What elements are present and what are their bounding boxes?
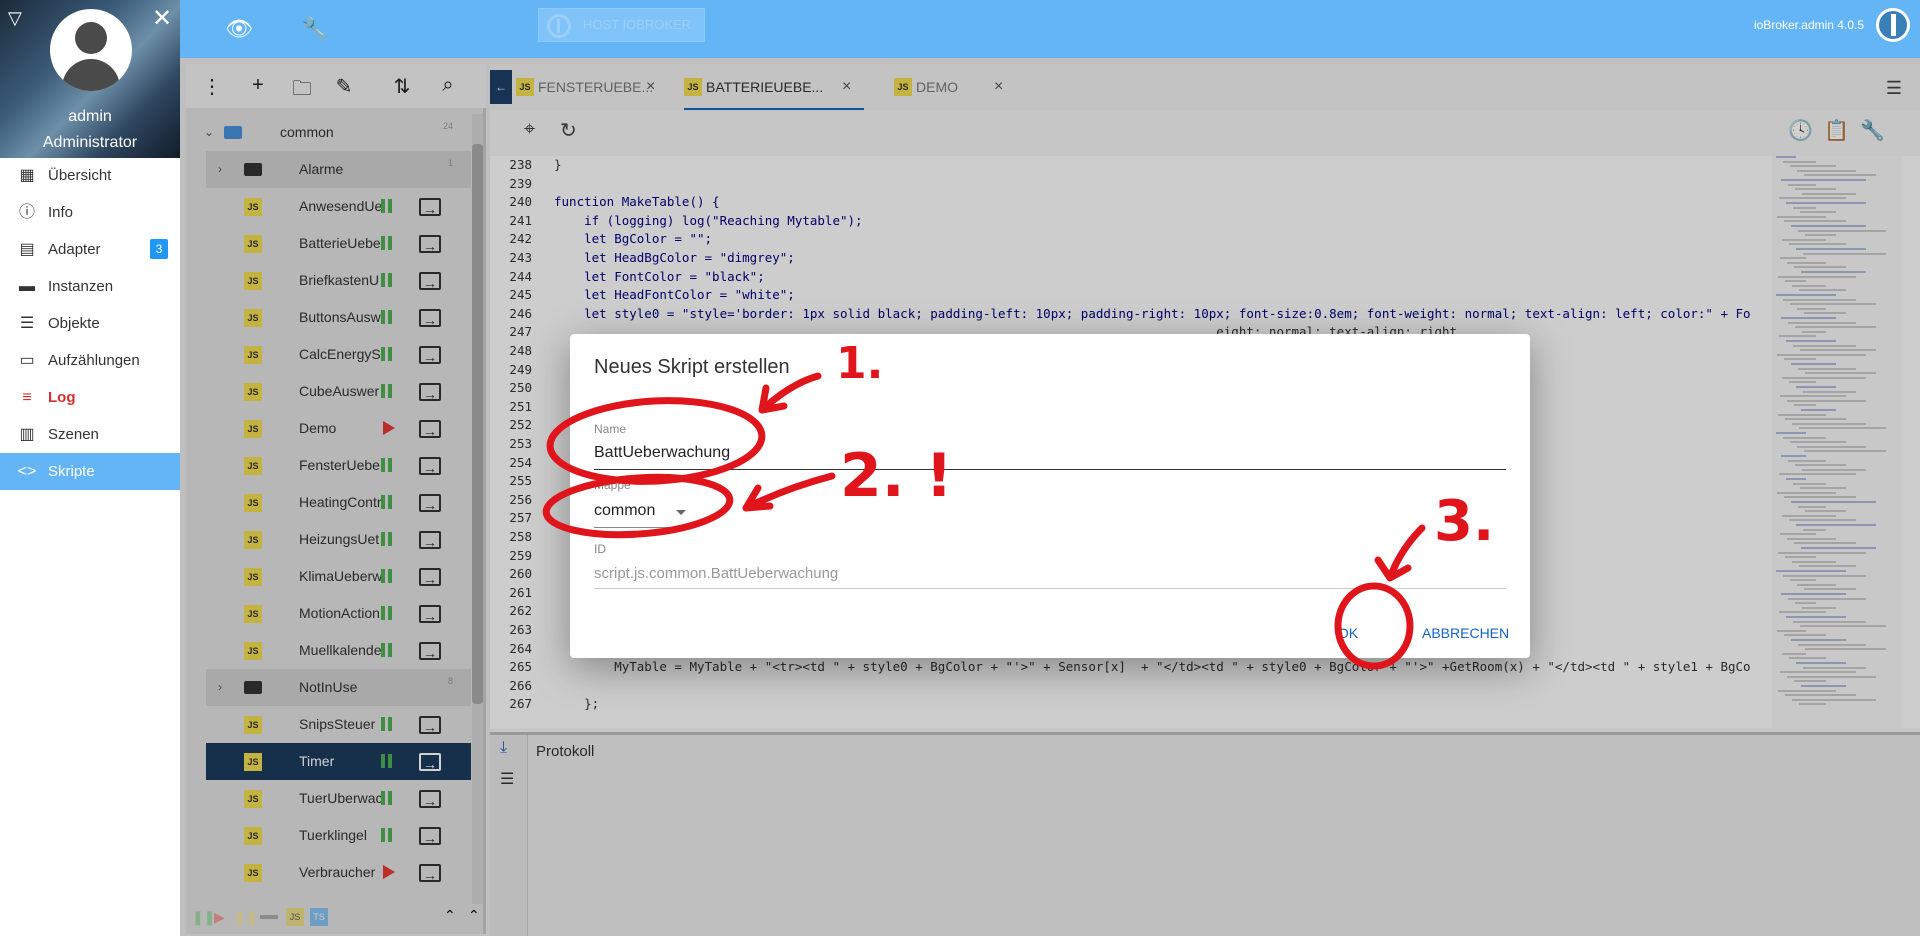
nav-item-label: Szenen (48, 426, 99, 443)
chevron-down-icon[interactable] (676, 510, 686, 515)
code-icon: <> (17, 463, 37, 480)
dialog-title: Neues Skript erstellen (594, 356, 790, 378)
dropdown-triangle-icon[interactable]: ▽ (8, 8, 22, 29)
list-icon: ☰ (19, 315, 35, 332)
iobroker-logo-icon (547, 14, 571, 38)
nav-item-8[interactable]: <> Skripte (0, 453, 180, 490)
grid-icon: ▦ (19, 167, 35, 184)
nav-item-5[interactable]: ▭ Aufzählungen (0, 342, 180, 379)
nav-item-7[interactable]: ▥ Szenen (0, 416, 180, 453)
sidebar: ▽ ✕ admin Administrator ▦ Übersicht ⓘ Info ▤… (0, 0, 180, 936)
nav-item-label: Log (48, 389, 76, 406)
instances-icon: ▬ (19, 278, 35, 295)
nav-item-1[interactable]: ⓘ Info (0, 194, 180, 231)
ok-button[interactable]: OK (1330, 620, 1366, 646)
nav-item-label: Info (48, 204, 74, 221)
cancel-button[interactable]: ABBRECHEN (1422, 620, 1518, 646)
user-role: Administrator (42, 134, 138, 151)
nav-item-label: Aufzählungen (48, 352, 140, 369)
scenes-icon: ▥ (19, 426, 35, 443)
folder-field-label: Mappe (594, 478, 631, 492)
host-label: HOST IOBROKER (583, 17, 692, 32)
iobroker-brand-icon (1876, 8, 1910, 42)
nav-item-0[interactable]: ▦ Übersicht (0, 157, 180, 194)
avatar (50, 9, 132, 91)
enum-icon: ▭ (19, 352, 35, 369)
username: admin (68, 108, 112, 125)
profile-header: ▽ ✕ admin Administrator (0, 0, 180, 158)
store-icon: ▤ (19, 241, 35, 258)
nav-item-label: Adapter (48, 241, 101, 258)
wrench-icon[interactable]: 🔧 (298, 12, 332, 46)
info-icon: ⓘ (18, 204, 35, 221)
name-field-label: Name (594, 422, 627, 436)
eye-icon[interactable]: 👁 (222, 12, 256, 46)
id-field-underline (594, 588, 1506, 589)
adapter-update-badge: 3 (150, 239, 168, 259)
nav-item-label: Skripte (48, 463, 95, 480)
name-field-underline (594, 469, 1506, 470)
id-field: script.js.common.BattUeberwachung (594, 565, 839, 582)
id-field-label: ID (594, 542, 606, 556)
host-selector[interactable]: HOST IOBROKER (538, 8, 705, 42)
nav-item-6[interactable]: ≡ Log (0, 379, 180, 416)
log-icon: ≡ (22, 389, 32, 406)
version-label: ioBroker.admin 4.0.5 (1753, 18, 1864, 32)
folder-field-underline (594, 527, 690, 528)
close-icon[interactable]: ✕ (152, 4, 172, 33)
new-script-dialog: Neues Skript erstellen Name BattUeberwac… (570, 334, 1530, 658)
nav-item-label: Objekte (48, 315, 100, 332)
folder-select[interactable]: common (594, 502, 655, 520)
nav-item-label: Übersicht (48, 167, 112, 184)
nav-item-label: Instanzen (48, 278, 114, 295)
nav-item-4[interactable]: ☰ Objekte (0, 305, 180, 342)
name-field[interactable]: BattUeberwachung (594, 444, 730, 462)
top-bar: 👁 🔧 HOST IOBROKER ioBroker.admin 4.0.5 (180, 0, 1920, 58)
nav-item-3[interactable]: ▬ Instanzen (0, 268, 180, 305)
